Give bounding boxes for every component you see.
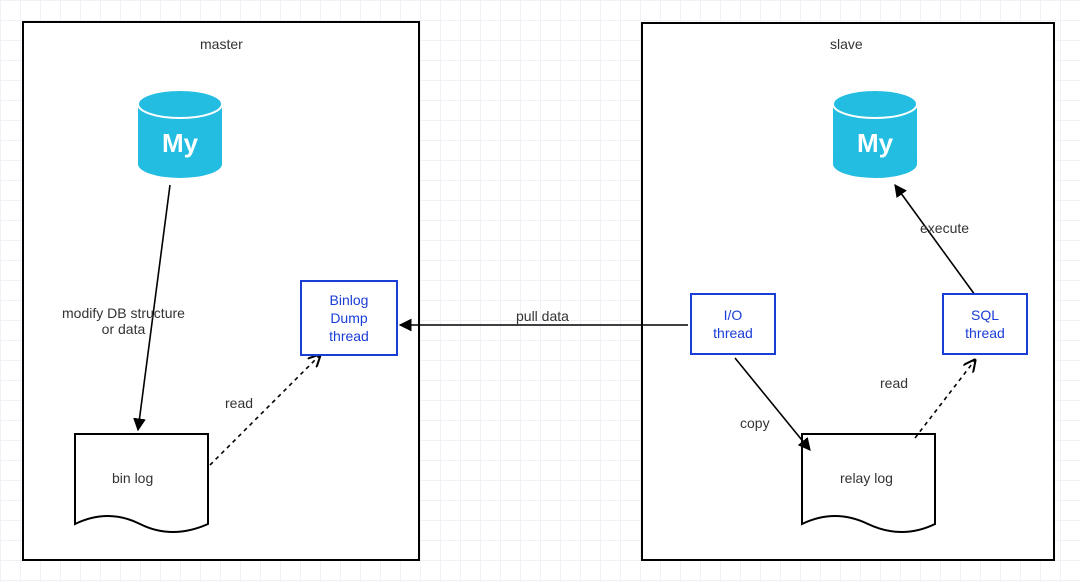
- slave-read-label: read: [880, 375, 908, 391]
- modify-db-label: modify DB structure or data: [62, 305, 185, 337]
- master-title-label: master: [200, 36, 243, 52]
- pull-data-label: pull data: [516, 308, 569, 324]
- binlog-file-label: bin log: [112, 470, 153, 486]
- copy-label: copy: [740, 415, 770, 431]
- binlog-dump-thread-box: Binlog Dump thread: [300, 280, 398, 356]
- io-thread-box: I/O thread: [690, 293, 776, 355]
- relaylog-file-label: relay log: [840, 470, 893, 486]
- slave-title-label: slave: [830, 36, 863, 52]
- execute-label: execute: [920, 220, 969, 236]
- sql-thread-box: SQL thread: [942, 293, 1028, 355]
- master-read-label: read: [225, 395, 253, 411]
